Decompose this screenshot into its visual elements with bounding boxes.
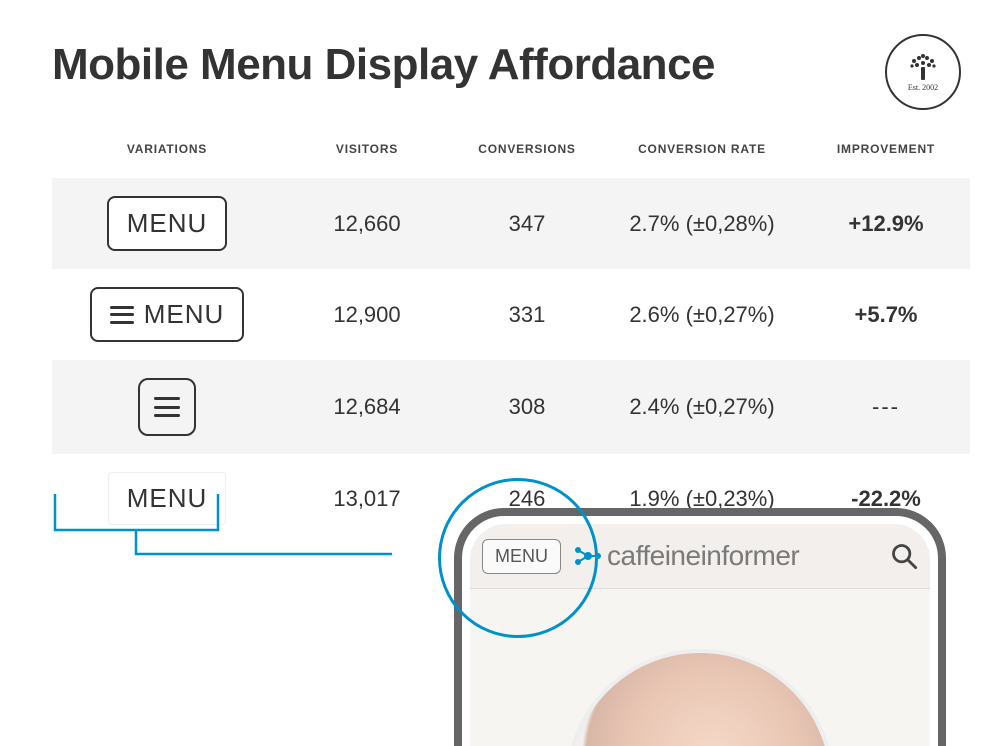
cell-rate: 2.4% (±0,27%) — [602, 360, 802, 454]
cell-visitors: 12,900 — [282, 269, 452, 360]
table-row: MENU 12,660 347 2.7% (±0,28%) +12.9% — [52, 178, 970, 269]
cell-improvement: +5.7% — [802, 269, 970, 360]
col-variations: VARIATIONS — [52, 130, 282, 178]
variation-menu-icon-bordered — [138, 378, 196, 436]
logo-est-text: Est. 2002 — [908, 83, 938, 92]
cell-visitors: 12,660 — [282, 178, 452, 269]
cell-improvement: --- — [802, 360, 970, 454]
diagram: MENU — [52, 478, 961, 746]
cell-rate: 2.6% (±0,27%) — [602, 269, 802, 360]
variation-label: MENU — [127, 208, 208, 239]
col-visitors: VISITORS — [282, 130, 452, 178]
hamburger-icon — [110, 306, 134, 324]
variation-label: MENU — [144, 299, 225, 330]
search-icon[interactable] — [890, 542, 918, 570]
cell-visitors: 12,684 — [282, 360, 452, 454]
cell-conversions: 308 — [452, 360, 602, 454]
phone-mockup: MENU — [454, 508, 946, 746]
hamburger-icon — [154, 397, 180, 417]
col-improvement: IMPROVEMENT — [802, 130, 970, 178]
app-bar: MENU — [470, 524, 930, 589]
table-row: 12,684 308 2.4% (±0,27%) --- — [52, 360, 970, 454]
ixdf-logo-badge: Est. 2002 — [885, 34, 961, 110]
tree-icon — [906, 53, 940, 81]
brand-logo: caffeineinformer — [573, 540, 799, 572]
col-conversions: CONVERSIONS — [452, 130, 602, 178]
table-row: MENU 12,900 331 2.6% (±0,27%) +5.7% — [52, 269, 970, 360]
phone-screen: MENU — [470, 524, 930, 746]
brand-mark-icon — [573, 541, 603, 571]
bracket-connector — [52, 494, 402, 594]
brand-name: caffeineinformer — [607, 540, 799, 572]
hero-area — [470, 649, 930, 746]
cell-rate: 2.7% (±0,28%) — [602, 178, 802, 269]
menu-button[interactable]: MENU — [482, 539, 561, 574]
avatar-image — [566, 649, 834, 746]
cell-conversions: 347 — [452, 178, 602, 269]
col-rate: CONVERSION RATE — [602, 130, 802, 178]
page-title: Mobile Menu Display Affordance — [52, 40, 961, 90]
cell-improvement: +12.9% — [802, 178, 970, 269]
variation-menu-text-bordered: MENU — [107, 196, 228, 251]
cell-conversions: 331 — [452, 269, 602, 360]
variation-menu-icon-text-bordered: MENU — [90, 287, 245, 342]
